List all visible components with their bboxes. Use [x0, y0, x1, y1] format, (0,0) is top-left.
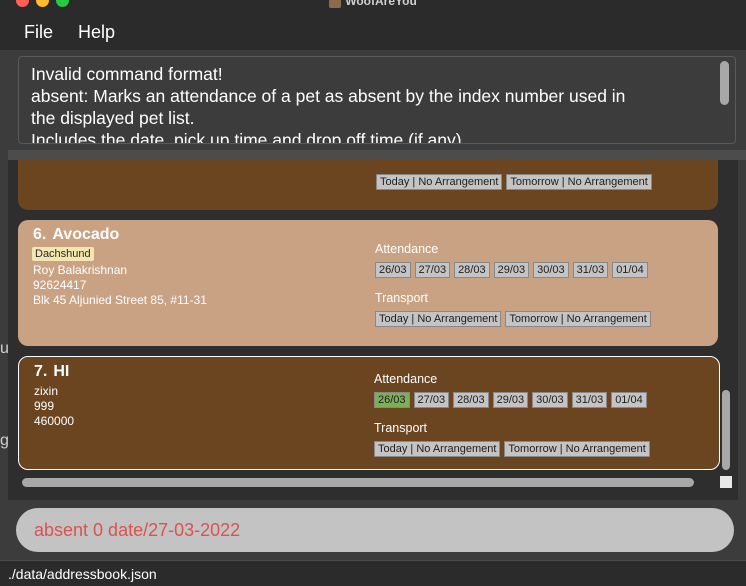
pet-card[interactable]: Today | No Arrangement Tomorrow | No Arra… [18, 160, 718, 210]
menu-help[interactable]: Help [78, 22, 115, 43]
result-display[interactable]: Invalid command format! absent: Marks an… [18, 56, 736, 144]
transport-chip: Tomorrow | No Arrangement [504, 441, 650, 457]
result-line: absent: Marks an attendance of a pet as … [31, 86, 626, 106]
attendance-chip: 01/04 [612, 262, 648, 278]
pet-owner: zixin [34, 384, 59, 398]
transport-chip: Today | No Arrangement [376, 174, 503, 190]
command-input-text: absent 0 date/27-03-2022 [34, 520, 241, 540]
pet-address: Blk 45 Aljunied Street 85, #11-31 [33, 293, 207, 307]
pet-name-text: HI [53, 363, 70, 380]
transport-chip: Today | No Arrangement [375, 311, 502, 327]
window-title-text: WoofAreYou [345, 0, 417, 8]
attendance-chips: 26/03 27/03 28/03 29/03 30/03 31/03 01/04 [374, 390, 651, 408]
status-bar: ./data/addressbook.json [0, 560, 746, 586]
attendance-chip: 29/03 [493, 262, 530, 278]
result-scrollbar[interactable] [720, 61, 729, 105]
attendance-chip: 28/03 [453, 392, 489, 408]
list-horizontal-scrollbar[interactable] [22, 478, 694, 487]
transport-chip: Today | No Arrangement [374, 441, 501, 457]
transport-chips: Today | No Arrangement Tomorrow | No Arra… [376, 172, 656, 190]
attendance-chip: 26/03 [375, 262, 411, 278]
transport-chip: Tomorrow | No Arrangement [505, 311, 651, 327]
attendance-chip: 27/03 [413, 392, 450, 408]
scroll-corner [720, 476, 732, 488]
pet-card[interactable]: 6. Avocado Dachshund Roy Balakrishnan 926… [18, 220, 718, 346]
attendance-label: Attendance [374, 372, 438, 386]
pet-address: 460000 [34, 414, 75, 428]
attendance-chips: 26/03 27/03 28/03 29/03 30/03 31/03 01/04 [375, 260, 652, 278]
result-line: Invalid command format! [31, 64, 223, 84]
transport-chips: Today | No Arrangement Tomorrow | No Arra… [374, 439, 654, 457]
attendance-chip: 30/03 [532, 392, 568, 408]
pet-phone: 999 [34, 399, 55, 413]
pet-list-panel[interactable]: Today | No Arrangement Tomorrow | No Arra… [8, 160, 738, 500]
pet-card-selected[interactable]: 7. HI zixin 999 460000 Attendance 26/03 27… [18, 356, 720, 470]
attendance-chip: 28/03 [454, 262, 490, 278]
transport-label: Transport [375, 291, 429, 305]
attendance-chip: 29/03 [492, 392, 529, 408]
menu-file[interactable]: File [24, 22, 53, 43]
pet-phone: 92624417 [33, 278, 87, 292]
list-vertical-scrollbar[interactable] [722, 390, 730, 470]
pet-index: 6. [33, 226, 47, 243]
menu-bar: File Help [0, 14, 746, 50]
pet-name: 6. Avocado [33, 226, 119, 244]
attendance-chip: 31/03 [572, 262, 609, 278]
command-input[interactable]: absent 0 date/27-03-2022 [16, 508, 734, 552]
attendance-chip: 31/03 [571, 392, 608, 408]
window-titlebar: WoofAreYou [0, 0, 746, 14]
pet-name-text: Avocado [52, 226, 120, 243]
transport-label: Transport [374, 421, 428, 435]
attendance-chip: 27/03 [414, 262, 451, 278]
attendance-chip: 01/04 [611, 392, 647, 408]
pet-name: 7. HI [34, 363, 69, 381]
save-location: ./data/addressbook.json [8, 566, 157, 582]
result-line: the displayed pet list. [31, 108, 195, 128]
pet-owner: Roy Balakrishnan [33, 263, 128, 277]
attendance-chip-present: 26/03 [374, 392, 410, 408]
app-icon [329, 0, 342, 8]
attendance-label: Attendance [375, 242, 439, 256]
transport-chips: Today | No Arrangement Tomorrow | No Arra… [375, 309, 655, 327]
attendance-chip: 30/03 [533, 262, 569, 278]
result-line: Includes the date, pick up time and drop… [31, 130, 462, 144]
transport-chip: Tomorrow | No Arrangement [506, 174, 652, 190]
breed-tag: Dachshund [32, 247, 94, 261]
pet-index: 7. [34, 363, 48, 380]
result-text: Invalid command format! absent: Marks an… [31, 63, 703, 144]
panel-divider[interactable] [8, 150, 746, 160]
window-title: WoofAreYou [0, 0, 746, 8]
